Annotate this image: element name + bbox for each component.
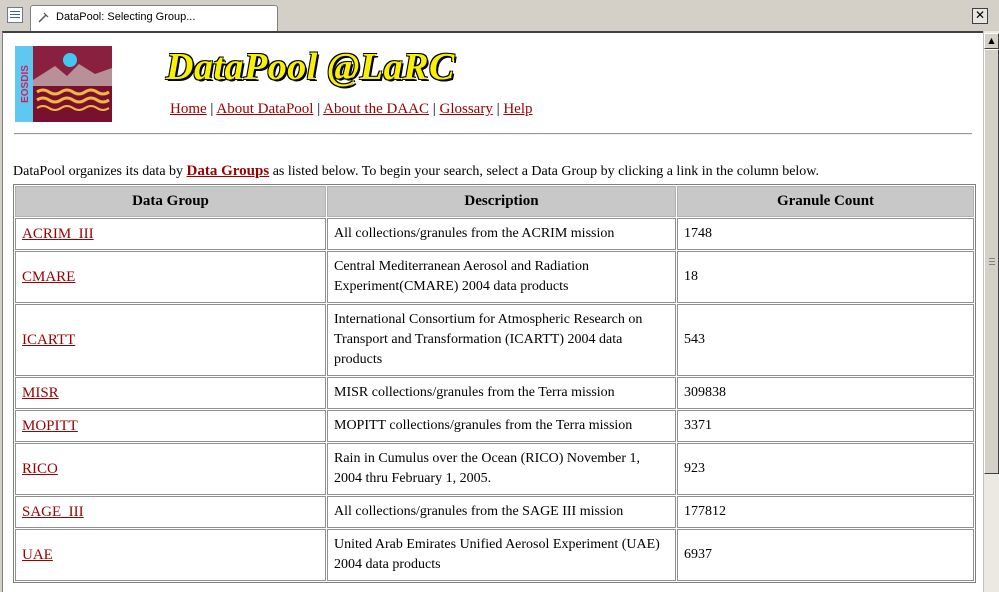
description-cell: All collections/granules from the ACRIM …: [327, 218, 676, 250]
intro-before: DataPool organizes its data by: [13, 164, 187, 179]
table-header-row: Data Group Description Granule Count: [15, 186, 974, 217]
group-link[interactable]: ACRIM_III: [22, 226, 94, 242]
group-link[interactable]: RICO: [22, 461, 58, 477]
nav-separator: |: [496, 101, 500, 117]
group-cell: ACRIM_III: [15, 218, 326, 250]
column-header-data-group: Data Group: [15, 186, 326, 217]
group-link[interactable]: CMARE: [22, 269, 75, 285]
count-cell: 177812: [677, 496, 974, 528]
page-viewport: EOSDIS DataPool @LaRC Home | About DataP…: [2, 31, 983, 592]
description-cell: Central Mediterranean Aerosol and Radiat…: [327, 251, 676, 303]
group-link[interactable]: ICARTT: [22, 332, 75, 348]
count-cell: 1748: [677, 218, 974, 250]
description-cell: United Arab Emirates Unified Aerosol Exp…: [327, 529, 676, 581]
nav-glossary-link[interactable]: Glossary: [440, 101, 493, 117]
vertical-scrollbar[interactable]: ▲: [983, 31, 999, 592]
nav-about-daac-link[interactable]: About the DAAC: [323, 101, 429, 117]
chevron-up-icon[interactable]: ▲: [984, 33, 999, 49]
count-cell: 6937: [677, 529, 974, 581]
group-cell: ICARTT: [15, 304, 326, 376]
group-cell: MISR: [15, 377, 326, 409]
nav-separator: |: [317, 101, 321, 117]
group-link[interactable]: UAE: [22, 547, 53, 563]
browser-tab[interactable]: DataPool: Selecting Group...: [30, 5, 278, 31]
table-row: ICARTT International Consortium for Atmo…: [15, 304, 974, 376]
table-row: CMARE Central Mediterranean Aerosol and …: [15, 251, 974, 303]
tab-strip: DataPool: Selecting Group... ✕: [0, 0, 999, 31]
column-header-granule-count: Granule Count: [677, 186, 974, 217]
header-divider: [14, 133, 972, 135]
grip-icon: [989, 258, 995, 259]
count-cell: 18: [677, 251, 974, 303]
close-icon[interactable]: ✕: [972, 8, 988, 24]
eosdis-logo: EOSDIS: [15, 46, 112, 122]
count-cell: 923: [677, 443, 974, 495]
group-link[interactable]: MOPITT: [22, 418, 78, 434]
table-row: RICO Rain in Cumulus over the Ocean (RIC…: [15, 443, 974, 495]
top-nav: Home | About DataPool | About the DAAC |…: [170, 101, 533, 118]
site-title: DataPool @LaRC: [166, 46, 455, 88]
count-cell: 309838: [677, 377, 974, 409]
logo-text: EOSDIS: [20, 65, 31, 103]
group-cell: MOPITT: [15, 410, 326, 442]
group-link[interactable]: SAGE_III: [22, 504, 84, 520]
browser-window-icon[interactable]: [7, 7, 23, 23]
table-row: MISR MISR collections/granules from the …: [15, 377, 974, 409]
description-cell: MISR collections/granules from the Terra…: [327, 377, 676, 409]
group-cell: RICO: [15, 443, 326, 495]
description-cell: Rain in Cumulus over the Ocean (RICO) No…: [327, 443, 676, 495]
description-cell: MOPITT collections/granules from the Ter…: [327, 410, 676, 442]
nav-separator: |: [432, 101, 436, 117]
data-group-table: Data Group Description Granule Count ACR…: [13, 184, 976, 583]
table-row: UAE United Arab Emirates Unified Aerosol…: [15, 529, 974, 581]
group-cell: SAGE_III: [15, 496, 326, 528]
description-cell: All collections/granules from the SAGE I…: [327, 496, 676, 528]
data-groups-link[interactable]: Data Groups: [187, 163, 270, 179]
column-header-description: Description: [327, 186, 676, 217]
tab-title: DataPool: Selecting Group...: [56, 11, 196, 23]
nav-help-link[interactable]: Help: [503, 101, 532, 117]
page-icon: [38, 12, 49, 23]
nav-about-datapool-link[interactable]: About DataPool: [216, 101, 313, 117]
count-cell: 543: [677, 304, 974, 376]
nav-home-link[interactable]: Home: [170, 101, 207, 117]
group-link[interactable]: MISR: [22, 385, 59, 401]
intro-after: as listed below. To begin your search, s…: [269, 164, 820, 179]
intro-text: DataPool organizes its data by Data Grou…: [13, 163, 819, 180]
description-cell: International Consortium for Atmospheric…: [327, 304, 676, 376]
table-row: SAGE_III All collections/granules from t…: [15, 496, 974, 528]
group-cell: CMARE: [15, 251, 326, 303]
nav-separator: |: [210, 101, 214, 117]
group-cell: UAE: [15, 529, 326, 581]
table-row: MOPITT MOPITT collections/granules from …: [15, 410, 974, 442]
scroll-thumb[interactable]: [984, 49, 999, 474]
table-row: ACRIM_III All collections/granules from …: [15, 218, 974, 250]
count-cell: 3371: [677, 410, 974, 442]
